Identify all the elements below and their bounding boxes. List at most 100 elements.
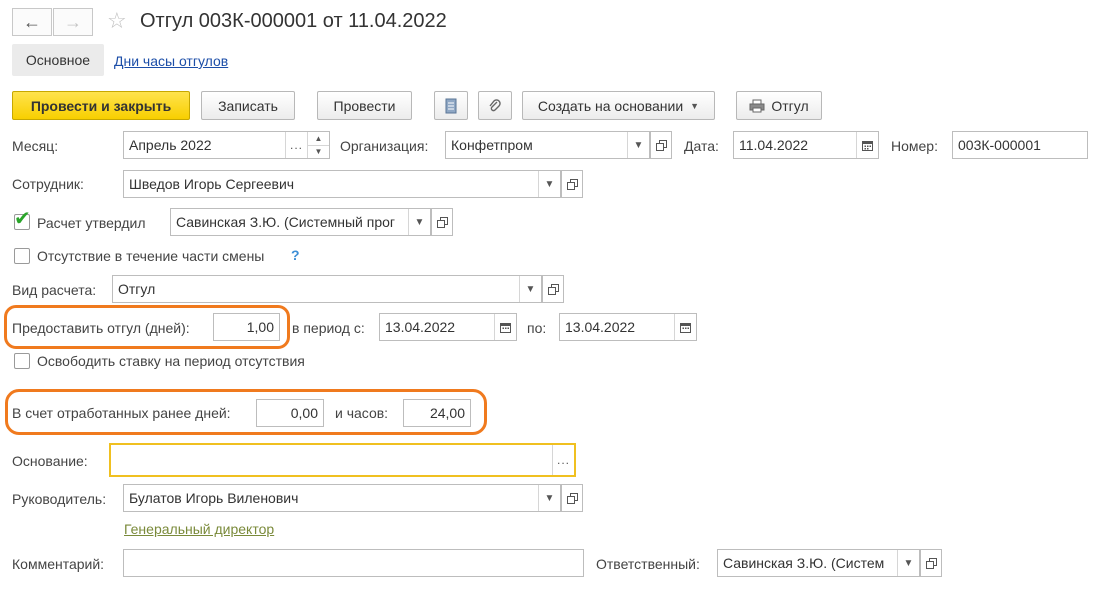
comment-field[interactable] [123, 549, 584, 577]
approver-value: Савинская З.Ю. (Системный прог [176, 214, 396, 230]
period-to-label: по: [527, 320, 547, 336]
basis-label: Основание: [12, 453, 88, 469]
attach-button[interactable] [478, 91, 512, 120]
employee-label: Сотрудник: [12, 176, 84, 192]
hours-field[interactable]: 24,00 [403, 399, 471, 427]
calendar-icon[interactable] [856, 132, 878, 158]
more-icon[interactable]: ... [552, 445, 574, 475]
period-to-field[interactable]: 13.04.2022 [559, 313, 697, 341]
period-from-label: в период с: [292, 320, 365, 336]
open-window-icon [436, 216, 448, 228]
organization-field[interactable]: Конфетпром ▼ [445, 131, 650, 159]
tab-main[interactable]: Основное [12, 44, 104, 76]
manager-position-link[interactable]: Генеральный директор [124, 521, 274, 537]
post-button[interactable]: Провести [317, 91, 412, 120]
report-button[interactable] [434, 91, 468, 120]
open-approver-button[interactable] [431, 208, 453, 236]
calendar-icon[interactable] [494, 314, 516, 340]
printer-icon [749, 99, 765, 113]
comment-label: Комментарий: [12, 556, 105, 572]
calendar-icon[interactable] [674, 314, 696, 340]
chevron-down-icon[interactable]: ▼ [538, 485, 560, 511]
hours-label: и часов: [335, 405, 389, 421]
approver-field[interactable]: Савинская З.Ю. (Системный прог ▼ [170, 208, 431, 236]
worked-days-field[interactable]: 0,00 [256, 399, 324, 427]
grant-days-label: Предоставить отгул (дней): [12, 320, 190, 336]
open-window-icon [655, 139, 667, 151]
star-icon[interactable]: ☆ [107, 8, 127, 34]
approved-label: Расчет утвердил [37, 215, 146, 231]
help-icon[interactable]: ? [291, 247, 300, 263]
print-button[interactable]: Отгул [736, 91, 822, 120]
open-window-icon [566, 492, 578, 504]
organization-label: Организация: [340, 138, 429, 154]
checkmark-icon: ✔ [14, 208, 31, 230]
month-value: Апрель 2022 [129, 137, 212, 153]
save-button[interactable]: Записать [201, 91, 295, 120]
worked-days-value: 0,00 [290, 405, 318, 421]
paperclip-icon [488, 98, 502, 114]
comment-value [124, 550, 583, 576]
hours-value: 24,00 [429, 405, 465, 421]
page-title: Отгул 003К-000001 от 11.04.2022 [140, 10, 447, 32]
print-label: Отгул [771, 97, 809, 114]
release-rate-label: Освободить ставку на период отсутствия [37, 353, 305, 369]
open-organization-button[interactable] [650, 131, 672, 159]
date-value: 11.04.2022 [739, 137, 809, 153]
arrow-left-icon: ← [23, 11, 41, 32]
number-value: 003К-000001 [958, 137, 1041, 153]
responsible-value: Савинская З.Ю. (Систем [723, 555, 885, 571]
post-and-close-button[interactable]: Провести и закрыть [12, 91, 190, 120]
chevron-down-icon[interactable]: ▼ [627, 132, 649, 158]
partial-shift-checkbox[interactable] [14, 248, 30, 264]
basis-field[interactable]: ... [109, 443, 576, 477]
open-responsible-button[interactable] [920, 549, 942, 577]
manager-label: Руководитель: [12, 491, 107, 507]
open-employee-button[interactable] [561, 170, 583, 198]
create-based-on-label: Создать на основании [537, 97, 684, 114]
open-window-icon [566, 178, 578, 190]
grant-days-value: 1,00 [246, 319, 274, 335]
responsible-field[interactable]: Савинская З.Ю. (Систем ▼ [717, 549, 920, 577]
calc-type-value: Отгул [118, 281, 156, 297]
chevron-down-icon[interactable]: ▼ [408, 209, 430, 235]
organization-value: Конфетпром [451, 137, 533, 153]
arrow-right-icon: → [64, 11, 82, 32]
document-list-icon [444, 98, 458, 114]
employee-field[interactable]: Шведов Игорь Сергеевич ▼ [123, 170, 561, 198]
chevron-down-icon[interactable]: ▼ [897, 550, 919, 576]
create-based-on-button[interactable]: Создать на основании ▼ [522, 91, 715, 120]
worked-days-label: В счет отработанных ранее дней: [12, 405, 231, 421]
responsible-label: Ответственный: [596, 556, 700, 572]
chevron-up-icon[interactable]: ▲ [308, 132, 329, 146]
chevron-down-icon[interactable]: ▼ [519, 276, 541, 302]
month-stepper[interactable]: ▲ ▼ [307, 132, 329, 158]
period-from-value: 13.04.2022 [385, 319, 456, 335]
open-window-icon [547, 283, 559, 295]
month-field[interactable]: Апрель 2022 ... ▲ ▼ [123, 131, 330, 159]
calc-type-label: Вид расчета: [12, 282, 97, 298]
grant-days-field[interactable]: 1,00 [213, 313, 280, 341]
chevron-down-icon[interactable]: ▼ [308, 146, 329, 159]
basis-value [111, 445, 552, 475]
period-to-value: 13.04.2022 [565, 319, 636, 335]
chevron-down-icon[interactable]: ▼ [538, 171, 560, 197]
tab-days-hours[interactable]: Дни часы отгулов [114, 53, 228, 69]
manager-value: Булатов Игорь Виленович [129, 490, 299, 506]
open-window-icon [925, 557, 937, 569]
open-calc-type-button[interactable] [542, 275, 564, 303]
forward-button[interactable]: → [53, 8, 93, 36]
open-manager-button[interactable] [561, 484, 583, 512]
manager-field[interactable]: Булатов Игорь Виленович ▼ [123, 484, 561, 512]
date-label: Дата: [684, 138, 719, 154]
number-field[interactable]: 003К-000001 [952, 131, 1088, 159]
date-field[interactable]: 11.04.2022 [733, 131, 879, 159]
period-from-field[interactable]: 13.04.2022 [379, 313, 517, 341]
more-icon[interactable]: ... [285, 132, 307, 158]
back-button[interactable]: ← [12, 8, 52, 36]
employee-value: Шведов Игорь Сергеевич [129, 176, 295, 192]
calc-type-field[interactable]: Отгул ▼ [112, 275, 542, 303]
partial-shift-label: Отсутствие в течение части смены [37, 248, 265, 264]
chevron-down-icon: ▼ [690, 100, 700, 111]
release-rate-checkbox[interactable] [14, 353, 30, 369]
